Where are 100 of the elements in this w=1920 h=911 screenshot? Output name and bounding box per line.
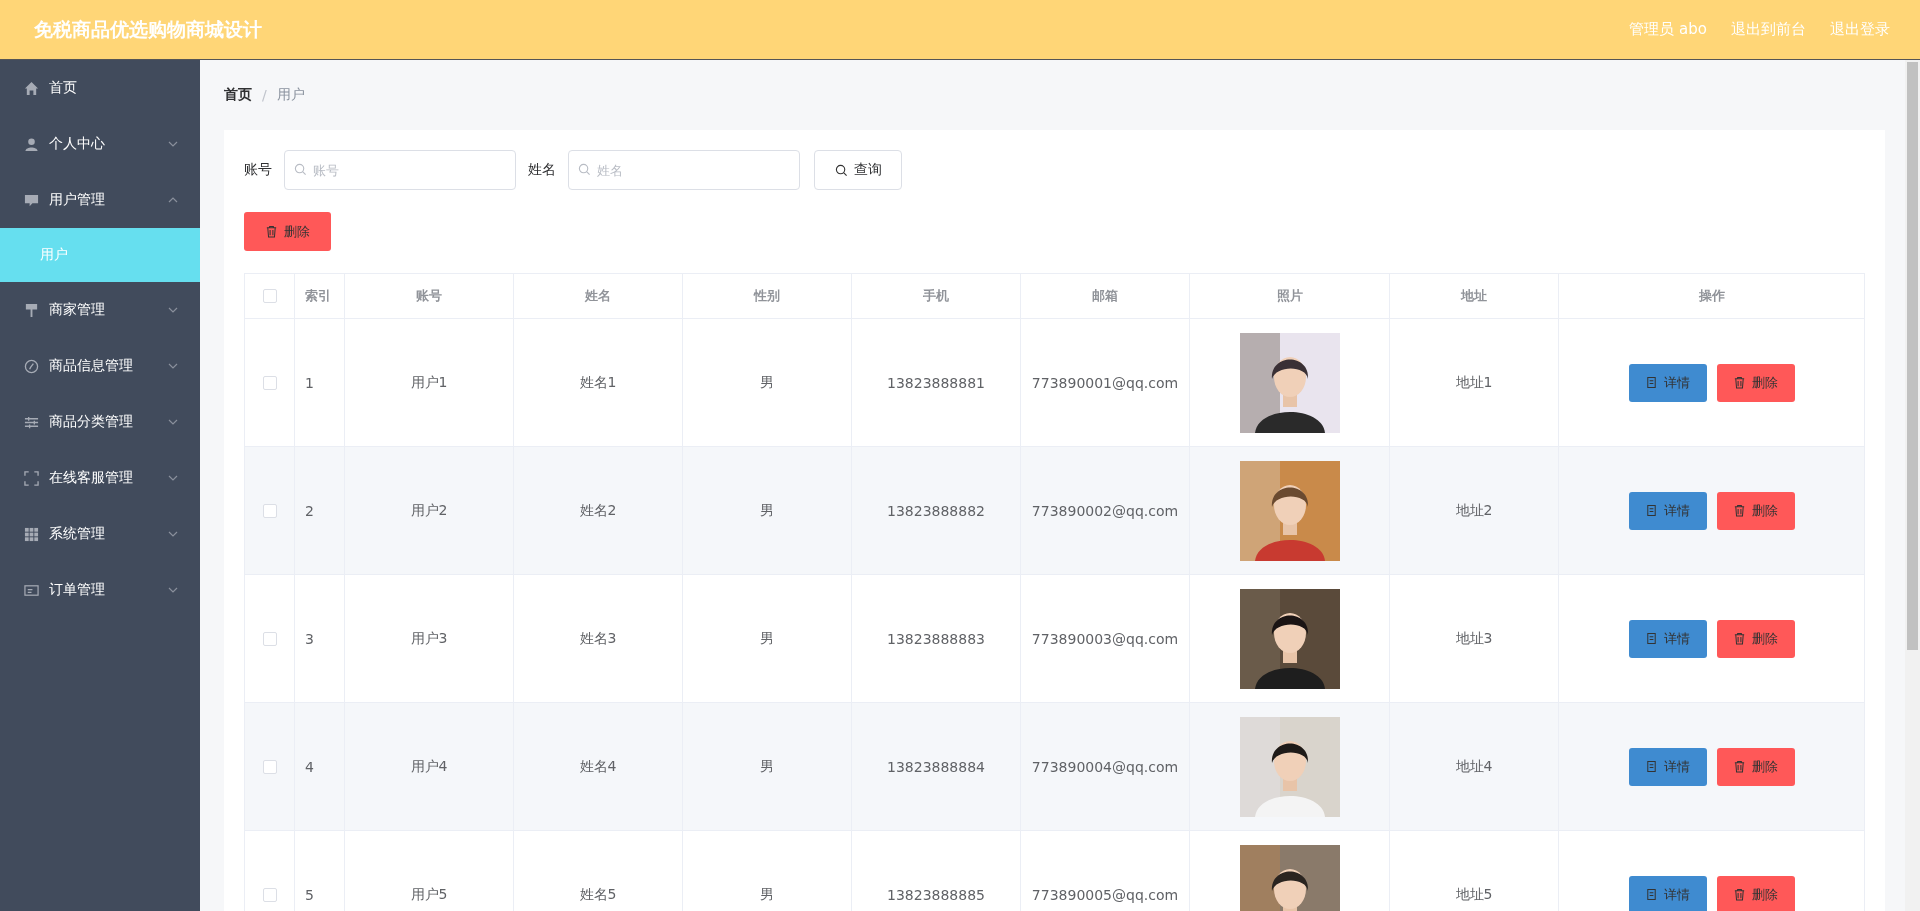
gender-cell: 男 [760, 373, 774, 392]
column-header: 地址 [1461, 287, 1487, 305]
checkbox[interactable] [262, 887, 277, 902]
delete-button[interactable]: 删除 [244, 212, 331, 251]
menu-item[interactable]: 个人中心 [0, 116, 200, 172]
menu-item[interactable]: 首页 [0, 60, 200, 116]
trash-icon [1733, 504, 1746, 517]
document-icon [1645, 632, 1658, 645]
email-cell: 773890003@qq.com [1031, 630, 1179, 647]
detail-button[interactable]: 详情 [1628, 491, 1707, 530]
gender-cell: 男 [760, 757, 774, 776]
gender-cell: 男 [760, 885, 774, 904]
gender-cell: 男 [760, 629, 774, 648]
index-cell: 3 [305, 630, 314, 647]
search-icon [294, 163, 307, 176]
menu-item[interactable]: 系统管理 [0, 506, 200, 562]
address-cell: 地址5 [1455, 885, 1493, 904]
sliders-icon [24, 414, 39, 430]
breadcrumb-separator: / [262, 87, 267, 103]
address-cell: 地址2 [1455, 501, 1493, 520]
trash-icon [1733, 632, 1746, 645]
account-cell: 用户3 [410, 629, 448, 648]
card-icon [24, 582, 39, 598]
document-icon [1645, 760, 1658, 773]
account-cell: 用户5 [410, 885, 448, 904]
search-icon [578, 163, 591, 176]
trash-icon [265, 225, 278, 238]
name-cell: 姓名4 [579, 757, 617, 776]
menu-item[interactable]: 商品信息管理 [0, 338, 200, 394]
menu-item[interactable]: 在线客服管理 [0, 450, 200, 506]
address-cell: 地址1 [1455, 373, 1493, 392]
delete-button[interactable]: 删除 [1716, 619, 1795, 658]
menu-item[interactable]: 商家管理 [0, 282, 200, 338]
breadcrumb-item: 用户 [276, 86, 305, 104]
gender-cell: 男 [760, 501, 774, 520]
document-icon [1645, 888, 1658, 901]
phone-cell: 13823888882 [887, 502, 985, 519]
frame-icon [24, 470, 39, 486]
name-cell: 姓名2 [579, 501, 617, 520]
field-label: 姓名 [528, 161, 556, 179]
index-cell: 2 [305, 502, 314, 519]
name-cell: 姓名1 [579, 373, 617, 392]
address-cell: 地址4 [1455, 757, 1493, 776]
menu-item[interactable]: 用户管理 [0, 172, 200, 228]
trash-icon [1733, 760, 1746, 773]
detail-button[interactable]: 详情 [1628, 619, 1707, 658]
search-button[interactable]: 查询 [814, 150, 902, 190]
index-cell: 4 [305, 758, 314, 775]
email-cell: 773890004@qq.com [1031, 758, 1179, 775]
name-cell: 姓名5 [579, 885, 617, 904]
compass-icon [24, 358, 39, 374]
column-header: 索引 [305, 287, 331, 305]
email-cell: 773890002@qq.com [1031, 502, 1179, 519]
search-icon [834, 163, 848, 177]
column-header: 手机 [923, 287, 949, 305]
delete-button[interactable]: 删除 [1716, 875, 1795, 911]
chat-icon [24, 192, 39, 208]
checkbox[interactable] [262, 503, 277, 518]
checkbox[interactable] [262, 759, 277, 774]
index-cell: 1 [305, 374, 314, 391]
signpost-icon [24, 302, 39, 318]
phone-cell: 13823888883 [887, 630, 985, 647]
document-icon [1645, 376, 1658, 389]
checkbox[interactable] [262, 631, 277, 646]
phone-cell: 13823888885 [887, 886, 985, 903]
menu-item[interactable]: 商品分类管理 [0, 394, 200, 450]
search-field[interactable]: 姓名 [568, 150, 800, 190]
home-icon [24, 80, 39, 96]
field-label: 账号 [244, 161, 272, 179]
delete-button[interactable]: 删除 [1716, 363, 1795, 402]
menu-item[interactable]: 订单管理 [0, 562, 200, 618]
detail-button[interactable]: 详情 [1628, 875, 1707, 911]
column-header: 性别 [754, 287, 780, 305]
email-cell: 773890001@qq.com [1031, 374, 1179, 391]
delete-button[interactable]: 删除 [1716, 747, 1795, 786]
column-header: 账号 [416, 287, 442, 305]
search-field[interactable]: 账号 [284, 150, 516, 190]
scrollbar[interactable] [1905, 60, 1920, 911]
index-cell: 5 [305, 886, 314, 903]
detail-button[interactable]: 详情 [1628, 363, 1707, 402]
phone-cell: 13823888884 [887, 758, 985, 775]
breadcrumb-item[interactable]: 首页 [224, 86, 252, 104]
column-header: 操作 [1698, 287, 1725, 305]
grid-icon [24, 526, 39, 542]
name-cell: 姓名3 [579, 629, 617, 648]
detail-button[interactable]: 详情 [1628, 747, 1707, 786]
checkbox[interactable] [262, 289, 277, 303]
address-cell: 地址3 [1455, 629, 1493, 648]
trash-icon [1733, 376, 1746, 389]
app-title: 免税商品优选购物商城设计 [34, 16, 262, 42]
account-cell: 用户1 [410, 373, 448, 392]
column-header: 照片 [1276, 287, 1303, 305]
column-header: 邮箱 [1092, 287, 1118, 305]
person-icon [24, 136, 39, 152]
checkbox[interactable] [262, 375, 277, 390]
column-header: 姓名 [585, 287, 611, 305]
account-cell: 用户4 [410, 757, 448, 776]
delete-button[interactable]: 删除 [1716, 491, 1795, 530]
phone-cell: 13823888881 [887, 374, 985, 391]
email-cell: 773890005@qq.com [1031, 886, 1179, 903]
